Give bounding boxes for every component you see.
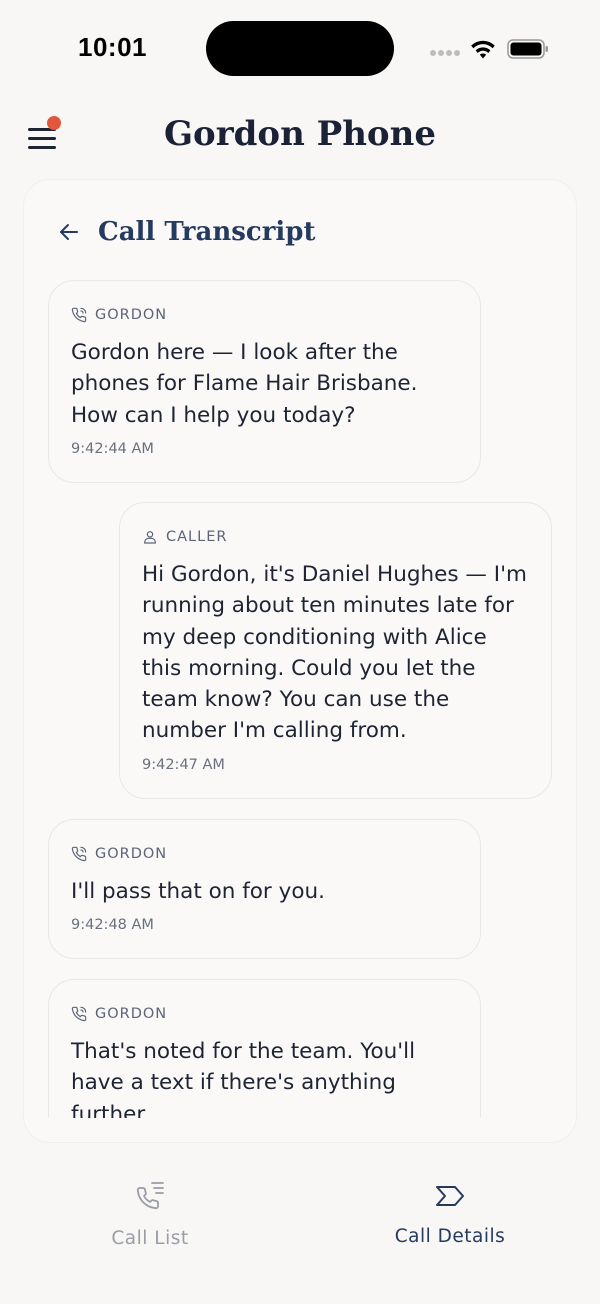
message-timestamp: 9:42:47 AM [142, 756, 225, 773]
message-bubble: GORDON Gordon here — I look after the ph… [48, 280, 481, 483]
back-button[interactable] [54, 217, 84, 247]
battery-icon [507, 39, 548, 59]
speaker-label: GORDON [71, 842, 458, 866]
call-list-icon [136, 1182, 164, 1210]
chevron-tag-icon [436, 1186, 464, 1206]
section-title: Call Transcript [98, 217, 316, 247]
message-text: I'll pass that on for you. [71, 879, 325, 904]
app-title: Gordon Phone [164, 114, 436, 154]
dynamic-island [206, 21, 394, 76]
nav-label: Call Details [394, 1226, 506, 1247]
bottom-nav: Call List Call Details [0, 1160, 600, 1304]
user-icon [144, 531, 156, 544]
message-timestamp: 9:42:44 AM [71, 440, 154, 457]
phone-icon [71, 307, 87, 323]
message-timestamp: 9:42:48 AM [71, 917, 154, 934]
message-bubble: GORDON I'll pass that on for you. 9:42:4… [48, 819, 481, 959]
nav-label: Call List [111, 1228, 189, 1249]
wifi-icon [471, 40, 495, 59]
message-list[interactable]: GORDON Gordon here — I look after the ph… [24, 280, 576, 1118]
speaker-label: GORDON [71, 303, 458, 327]
speaker-label: GORDON [71, 1002, 458, 1026]
arrow-left-icon [60, 224, 78, 240]
message-text: Gordon here — I look after the phones fo… [71, 340, 418, 428]
speaker-label: CALLER [142, 525, 529, 549]
message-bubble: CALLER Hi Gordon, it's Daniel Hughes — I… [119, 502, 552, 799]
app-header: Gordon Phone [0, 96, 600, 180]
nav-call-details[interactable]: Call Details [300, 1176, 600, 1256]
message-bubble: GORDON That's noted for the team. You'll… [48, 979, 481, 1118]
transcript-header: Call Transcript [54, 212, 315, 252]
nav-call-list[interactable]: Call List [0, 1176, 300, 1256]
cellular-signal-icon [430, 50, 460, 58]
phone-icon [71, 1006, 87, 1022]
phone-icon [71, 846, 87, 862]
message-text: That's noted for the team. You'll have a… [71, 1039, 416, 1118]
status-time: 10:01 [78, 32, 147, 62]
transcript-card: Call Transcript GORDON Gordon here — I l… [24, 180, 576, 1142]
message-text: Hi Gordon, it's Daniel Hughes — I'm runn… [142, 562, 527, 744]
status-bar: 10:01 [0, 0, 600, 96]
